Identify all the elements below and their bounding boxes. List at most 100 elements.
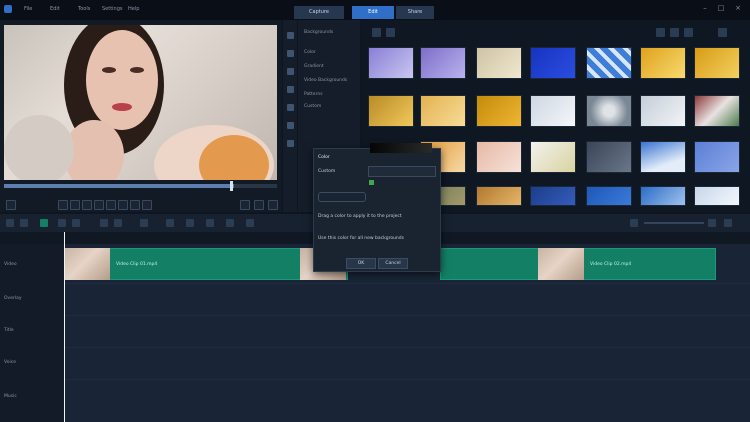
redo-icon[interactable]	[72, 219, 80, 227]
zoom-slider[interactable]	[644, 222, 704, 224]
sort-icon[interactable]	[386, 28, 395, 37]
category-gradient[interactable]: Gradient	[304, 64, 324, 69]
previous-frame-icon[interactable]	[82, 200, 92, 210]
gallery-thumbnail[interactable]	[368, 47, 414, 79]
storyboard-view-icon[interactable]	[6, 219, 14, 227]
gallery-thumbnail[interactable]	[640, 47, 686, 79]
gallery-thumbnail[interactable]	[476, 47, 522, 79]
tab-edit[interactable]: Edit	[352, 6, 394, 19]
path-icon[interactable]	[287, 140, 294, 147]
category-backgrounds[interactable]: Backgrounds	[304, 30, 333, 35]
menu-item-settings[interactable]: Settings	[102, 6, 123, 12]
fullscreen-icon[interactable]	[268, 200, 278, 210]
maximize-icon[interactable]: □	[716, 3, 726, 13]
mark-in-icon[interactable]	[240, 200, 250, 210]
gallery-thumbnail[interactable]	[586, 186, 632, 206]
volume-icon[interactable]	[130, 200, 140, 210]
gallery-thumbnail[interactable]	[476, 95, 522, 127]
menu-item-help[interactable]: Help	[128, 6, 139, 12]
preview-image	[4, 25, 277, 180]
menu-item-edit[interactable]: Edit	[50, 6, 60, 12]
gallery-thumbnail[interactable]	[530, 186, 576, 206]
gallery-thumbnail[interactable]	[640, 95, 686, 127]
time-remap-icon[interactable]	[226, 219, 234, 227]
hd-preview-icon[interactable]	[142, 200, 152, 210]
track-label-voice: Voice	[4, 360, 16, 365]
gallery-thumbnail[interactable]	[694, 141, 740, 173]
gallery-thumbnail[interactable]	[694, 95, 740, 127]
gallery-thumbnail[interactable]	[530, 95, 576, 127]
category-patterns[interactable]: Patterns	[304, 92, 323, 97]
mask-creator-icon[interactable]	[246, 219, 254, 227]
mark-out-icon[interactable]	[254, 200, 264, 210]
gallery-thumbnail[interactable]	[640, 186, 686, 206]
title-icon[interactable]	[287, 86, 294, 93]
color-swatch[interactable]	[370, 143, 432, 153]
zoom-out-icon[interactable]	[630, 219, 638, 227]
fit-project-icon[interactable]	[724, 219, 732, 227]
playhead[interactable]	[64, 232, 65, 422]
gallery-thumbnail[interactable]	[694, 47, 740, 79]
sound-mixer-icon[interactable]	[114, 219, 122, 227]
gallery-thumbnail[interactable]	[586, 141, 632, 173]
record-icon[interactable]	[100, 219, 108, 227]
clip-thumbnail	[64, 248, 110, 280]
gallery-thumbnail[interactable]	[586, 95, 632, 127]
track-divider	[64, 315, 750, 316]
tab-capture[interactable]: Capture	[294, 6, 344, 19]
list-view-icon[interactable]	[656, 28, 665, 37]
end-icon[interactable]	[106, 200, 116, 210]
scrubber-handle[interactable]	[230, 181, 233, 191]
dialog-line-2: Use this color for all new backgrounds	[318, 236, 404, 241]
repeat-icon[interactable]	[118, 200, 128, 210]
minimize-icon[interactable]: –	[700, 3, 710, 13]
category-custom[interactable]: Custom	[304, 104, 321, 109]
timeline-view-icon[interactable]	[20, 219, 28, 227]
track-divider	[64, 283, 750, 284]
transition-icon[interactable]	[287, 68, 294, 75]
instant-project-icon[interactable]	[287, 50, 294, 57]
play-icon[interactable]	[58, 200, 68, 210]
import-icon[interactable]	[372, 28, 381, 37]
motion-tracking-icon[interactable]	[166, 219, 174, 227]
grid-view-icon[interactable]	[670, 28, 679, 37]
media-icon[interactable]	[287, 32, 294, 39]
ok-button[interactable]: OK	[346, 258, 376, 269]
undo-icon[interactable]	[58, 219, 66, 227]
filter-icon[interactable]	[287, 122, 294, 129]
cancel-button[interactable]: Cancel	[378, 258, 408, 269]
gallery-thumbnail[interactable]	[420, 47, 466, 79]
gallery-thumbnail[interactable]	[694, 186, 740, 206]
project-mode-icon[interactable]	[6, 200, 16, 210]
gallery-thumbnail[interactable]	[530, 141, 576, 173]
color-picker-icon[interactable]	[369, 180, 374, 185]
library-toolbar	[283, 20, 297, 212]
category-color[interactable]: Color	[304, 50, 316, 55]
category-video-backgrounds[interactable]: Video Backgrounds	[304, 78, 347, 83]
expand-icon[interactable]	[718, 28, 727, 37]
gallery-thumbnail[interactable]	[530, 47, 576, 79]
gallery-thumbnail[interactable]	[476, 141, 522, 173]
options-icon[interactable]	[684, 28, 693, 37]
menu-item-file[interactable]: File	[24, 6, 32, 12]
gallery-thumbnail[interactable]	[476, 186, 522, 206]
graphics-icon[interactable]	[287, 104, 294, 111]
track-manager-icon[interactable]	[40, 219, 48, 227]
zoom-in-icon[interactable]	[708, 219, 716, 227]
color-dropdown[interactable]	[368, 166, 436, 177]
next-frame-icon[interactable]	[94, 200, 104, 210]
app-logo-icon	[4, 5, 12, 13]
gallery-thumbnail[interactable]	[420, 95, 466, 127]
tab-share[interactable]: Share	[396, 6, 434, 19]
home-icon[interactable]	[70, 200, 80, 210]
multi-camera-icon[interactable]	[206, 219, 214, 227]
subtitle-editor-icon[interactable]	[186, 219, 194, 227]
eyedropper-button[interactable]	[318, 192, 366, 202]
auto-music-icon[interactable]	[140, 219, 148, 227]
gallery-thumbnail[interactable]	[368, 95, 414, 127]
menu-item-tools[interactable]: Tools	[78, 6, 90, 12]
gallery-thumbnail[interactable]	[640, 141, 686, 173]
close-icon[interactable]: ×	[733, 3, 743, 13]
track-label-title: Title	[4, 328, 14, 333]
gallery-thumbnail[interactable]	[586, 47, 632, 79]
